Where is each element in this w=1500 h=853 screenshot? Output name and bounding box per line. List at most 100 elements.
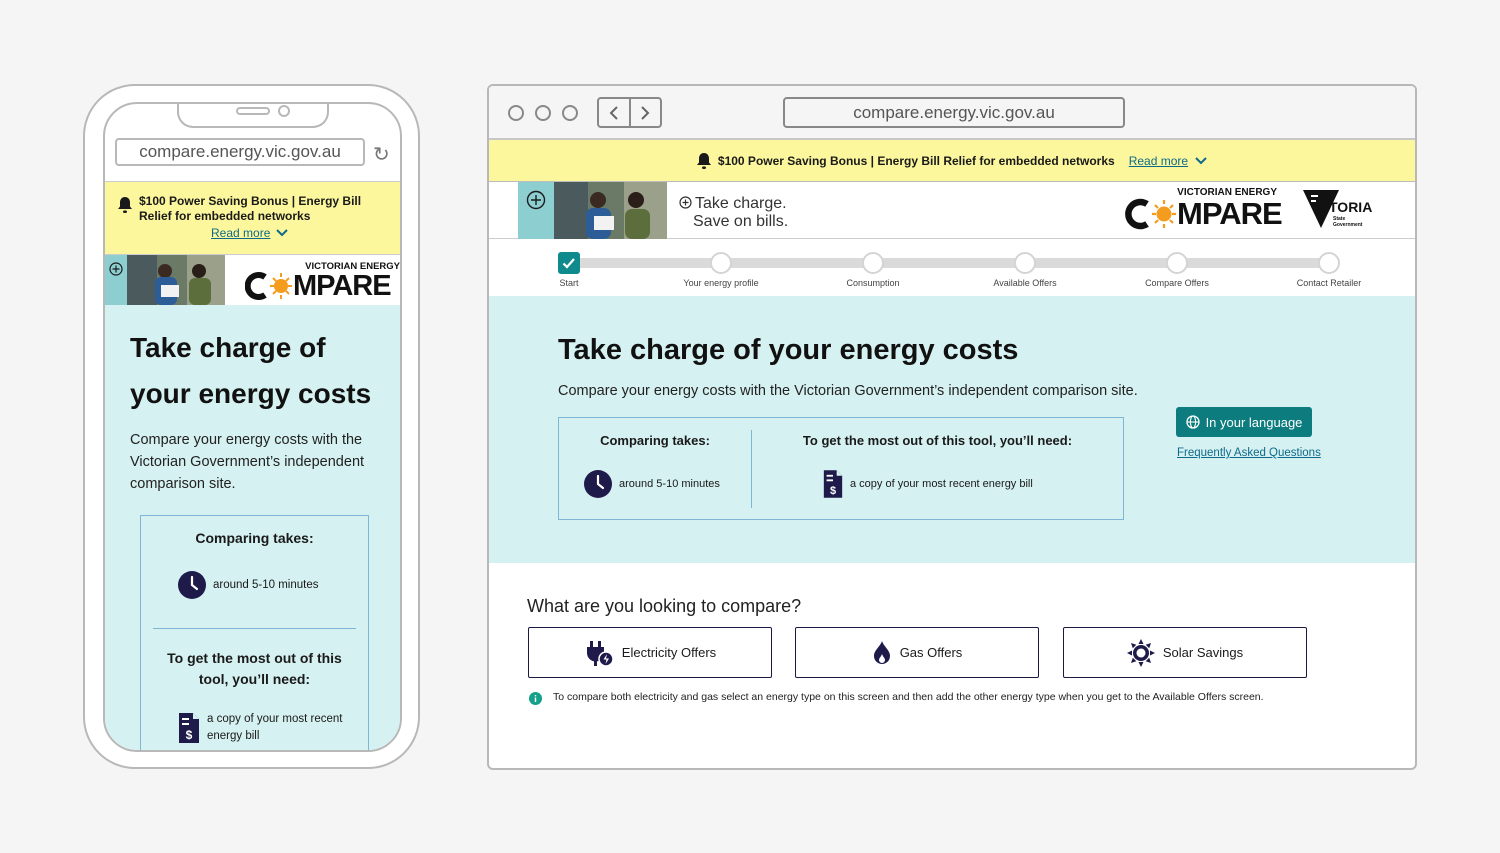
mobile-need-heading: To get the most out of this tool, you’ll… [167,650,342,687]
need-heading: To get the most out of this tool, you’ll… [802,433,1073,448]
chevron-down-icon[interactable] [1194,154,1208,168]
solar-savings-label: Solar Savings [1162,645,1244,660]
bell-icon [696,152,711,169]
in-your-language-button[interactable]: In your language [1176,407,1312,437]
back-button[interactable] [599,99,631,126]
phone-mockup: compare.energy.vic.gov.au ↻ $100 Power S… [83,84,420,769]
phone-screen: compare.energy.vic.gov.au ↻ $100 Power S… [103,102,402,752]
mobile-page-title: Take charge of your energy costs [130,325,390,417]
svg-text:$: $ [830,485,836,497]
mobile-hero: Take charge of your energy costs Compare… [105,305,400,750]
tagline-line2: Save on bills. [693,213,789,230]
mobile-alert-banner: $100 Power Saving Bonus | Energy Bill Re… [105,181,400,255]
faq-link[interactable]: Frequently Asked Questions [1177,447,1321,459]
bill-document-icon: $ [179,713,199,743]
need-column: To get the most out of this tool, you’ll… [752,418,1123,519]
mobile-title-line1: Take charge of [130,332,326,363]
mobile-comparing-row: around 5-10 minutes [177,570,318,600]
step-2-marker[interactable] [710,252,732,274]
plus-circle-icon[interactable] [526,190,546,210]
plus-circle-icon[interactable] [109,262,123,276]
clock-icon [584,470,612,498]
step-4-label: Available Offers [993,278,1057,288]
compare-logo[interactable]: VICTORIAN ENERGY MPARE [1125,187,1283,233]
step-5-marker[interactable] [1166,252,1188,274]
window-minimize-dot[interactable] [535,105,551,121]
globe-icon [1185,415,1200,429]
check-icon [562,258,575,269]
step-1-label: Start [559,278,579,288]
chevron-left-icon [609,105,618,120]
victoria-word: TORIA [1329,199,1373,215]
speaker-icon [236,107,270,115]
mobile-comparing-value: around 5-10 minutes [213,579,319,591]
sun-icon [1126,638,1155,667]
logo-mpare: MPARE [293,270,392,302]
gas-offers-button[interactable]: Gas Offers [795,627,1039,678]
mobile-title-line2: your energy costs [130,378,372,409]
info-box: Comparing takes: around 5-10 minutes To … [558,417,1124,520]
bell-icon [118,197,132,213]
chevron-down-icon[interactable] [275,226,289,240]
step-3-marker[interactable] [862,252,884,274]
hero-photo [127,255,225,305]
clock-icon [178,571,206,599]
nav-buttons [597,97,662,128]
read-more-link[interactable]: Read more [1129,154,1188,168]
victoria-sub2: Government [1333,222,1363,228]
comparing-value: around 5-10 minutes [619,478,720,490]
logo-sun-icon [270,273,292,299]
phone-notch [177,104,329,128]
step-6-label: Contact Retailer [1296,278,1362,288]
logo-sun-icon [1152,200,1176,228]
step-4-marker[interactable] [1014,252,1036,274]
compare-question: What are you looking to compare? [527,596,802,616]
logo-mpare: MPARE [1177,196,1283,231]
compare-logo[interactable]: VICTORIAN ENERGY MPARE [245,261,400,303]
need-value: a copy of your most recent energy bill [850,478,1033,490]
victoria-government-logo[interactable]: TORIA State Government [1301,188,1381,232]
gas-flame-icon [873,640,890,664]
step-6-marker[interactable] [1318,252,1340,274]
comparing-column: Comparing takes: around 5-10 minutes [559,418,751,519]
tagline-line1: Take charge. [695,195,787,212]
language-button-label: In your language [1205,414,1303,430]
logo-c-icon [245,272,267,300]
page-title: Take charge of your energy costs [558,334,1019,366]
browser-mockup: compare.energy.vic.gov.au $100 Power Sav… [487,84,1417,770]
chevron-right-icon [641,105,650,120]
hero-photo [554,182,667,239]
compare-note: To compare both electricity and gas sele… [553,691,1264,703]
header-tagline: Take charge. Save on bills. [679,195,788,231]
progress-stepper: Start Your energy profile Consumption Avail… [489,240,1415,296]
mobile-info-box: Comparing takes: around 5-10 minutes To … [140,515,369,750]
logo-c-icon [1125,198,1149,230]
plus-circle-small-icon [679,196,692,209]
electricity-offers-button[interactable]: Electricity Offers [528,627,772,678]
address-bar[interactable]: compare.energy.vic.gov.au [783,97,1125,128]
browser-toolbar: compare.energy.vic.gov.au [489,86,1415,140]
mobile-comparing-heading: Comparing takes: [195,530,314,546]
mobile-url-bar[interactable]: compare.energy.vic.gov.au [115,138,365,166]
logo-word: MPARE [1125,196,1283,231]
window-close-dot[interactable] [508,105,524,121]
logo-word: MPARE [245,270,392,302]
need-row: $ a copy of your most recent energy bill [822,469,1033,499]
alert-banner: $100 Power Saving Bonus | Energy Bill Re… [489,140,1415,182]
forward-button[interactable] [631,99,661,126]
comparing-row: around 5-10 minutes [583,469,720,499]
window-maximize-dot[interactable] [562,105,578,121]
electricity-icon [586,640,614,667]
divider [153,628,356,629]
info-icon [529,692,542,705]
mobile-site-header: VICTORIAN ENERGY MPARE [105,255,400,305]
step-5-label: Compare Offers [1145,278,1209,288]
mobile-alert-text: $100 Power Saving Bonus | Energy Bill Re… [139,194,362,223]
reload-icon[interactable]: ↻ [373,142,390,167]
gas-offers-label: Gas Offers [899,645,963,660]
mobile-read-more-link[interactable]: Read more [211,226,270,240]
comparing-heading: Comparing takes: [600,433,710,448]
step-1-marker[interactable] [558,252,580,274]
solar-savings-button[interactable]: Solar Savings [1063,627,1307,678]
mobile-need-value: a copy of your most recent energy bill [207,713,343,742]
